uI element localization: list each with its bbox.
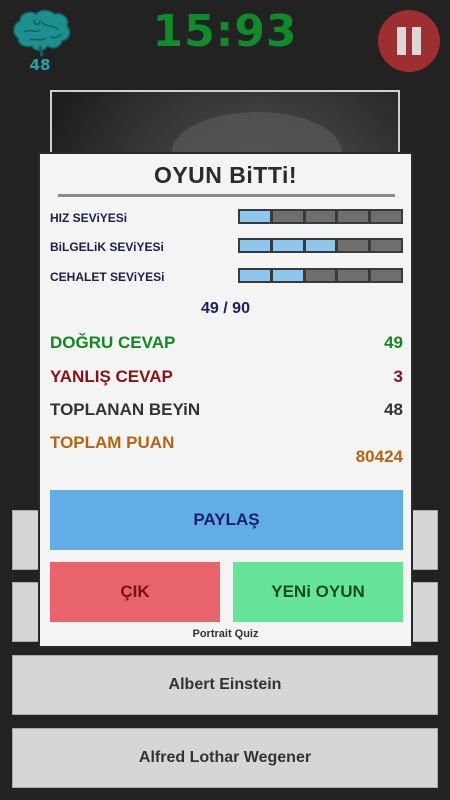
points-value: 80424	[355, 447, 403, 466]
points-label: TOPLAM PUAN	[50, 433, 175, 452]
ignorance-level-row: CEHALET SEViYESi	[50, 268, 405, 288]
level-segment	[338, 240, 369, 251]
new-game-button[interactable]: YENi OYUN	[233, 562, 403, 622]
level-segment	[272, 240, 303, 251]
quit-button[interactable]: ÇIK	[50, 562, 220, 622]
level-segment	[305, 211, 336, 222]
total-points-row: TOPLAM PUAN 80424	[50, 433, 403, 469]
brains-label: TOPLANAN BEYiN	[50, 400, 201, 419]
pause-icon	[397, 27, 406, 55]
wrong-value: 3	[393, 367, 403, 386]
answer-option-3[interactable]: Albert Einstein	[12, 655, 438, 715]
level-segment	[272, 211, 303, 222]
correct-answers-row: DOĞRU CEVAP 49	[50, 333, 403, 357]
level-segment	[240, 240, 270, 251]
ignorance-level-label: CEHALET SEViYESi	[50, 270, 165, 284]
wrong-answers-row: YANLIŞ CEVAP 3	[50, 367, 403, 391]
share-button[interactable]: PAYLAŞ	[50, 490, 403, 550]
speed-level-bar	[238, 209, 403, 224]
answer-option-4[interactable]: Alfred Lothar Wegener	[12, 728, 438, 788]
ignorance-level-bar	[238, 268, 403, 283]
pause-icon-bar	[412, 27, 421, 55]
speed-level-row: HIZ SEViYESi	[50, 209, 405, 229]
wisdom-level-label: BiLGELiK SEViYESi	[50, 240, 164, 254]
level-segment	[338, 270, 369, 281]
level-segment	[240, 270, 270, 281]
wrong-label: YANLIŞ CEVAP	[50, 367, 173, 386]
level-segment	[305, 240, 336, 251]
level-segment	[305, 270, 336, 281]
brain-count: 48	[29, 56, 51, 74]
level-segment	[371, 270, 401, 281]
app-name: Portrait Quiz	[192, 628, 259, 640]
pause-button[interactable]	[378, 10, 440, 72]
correct-value: 49	[384, 333, 403, 352]
level-segment	[338, 211, 369, 222]
title-divider	[58, 194, 395, 197]
collected-brains-row: TOPLANAN BEYiN 48	[50, 400, 403, 424]
dialog-title: OYUN BiTTi!	[153, 162, 298, 188]
game-over-dialog: OYUN BiTTi! HIZ SEViYESi BiLGELiK SEViYE…	[38, 152, 413, 648]
wisdom-level-bar	[238, 238, 403, 253]
level-segment	[371, 211, 401, 222]
correct-label: DOĞRU CEVAP	[50, 333, 176, 352]
level-segment	[240, 211, 270, 222]
level-segment	[371, 240, 401, 251]
speed-level-label: HIZ SEViYESi	[50, 211, 128, 225]
brains-value: 48	[384, 400, 403, 419]
wisdom-level-row: BiLGELiK SEViYESi	[50, 238, 405, 258]
question-progress: 49 / 90	[201, 300, 250, 317]
level-segment	[272, 270, 303, 281]
